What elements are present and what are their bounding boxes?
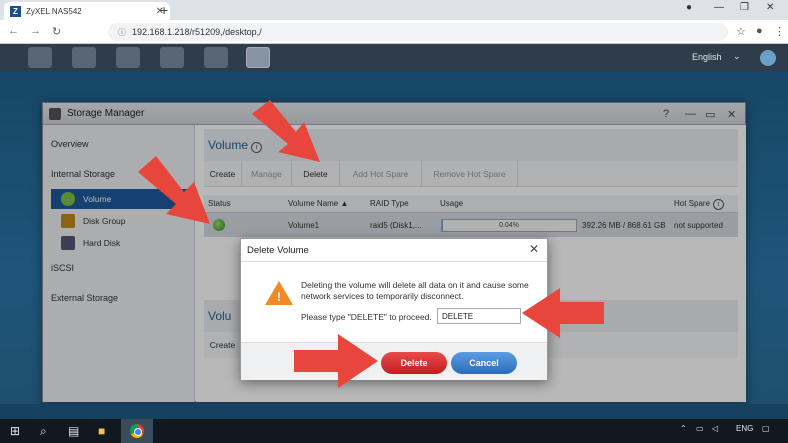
app-file-browser-icon[interactable]: [28, 47, 52, 68]
tab-title: ZyXEL NAS542: [26, 6, 82, 16]
new-tab-icon[interactable]: +: [160, 2, 168, 18]
star-icon[interactable]: ☆: [736, 25, 746, 38]
language-select[interactable]: English: [692, 52, 722, 62]
url-field[interactable]: ⓘ 192.168.1.218/r51209,/desktop,/: [108, 23, 728, 41]
close-icon[interactable]: ✕: [529, 242, 539, 256]
task-view-icon[interactable]: ▤: [68, 424, 79, 438]
extension-icon[interactable]: ●: [756, 25, 763, 37]
red-arrow-icon: [294, 334, 378, 388]
cancel-button[interactable]: Cancel: [451, 352, 517, 374]
dialog-message: Deleting the volume will delete all data…: [301, 280, 529, 301]
warning-mark: !: [277, 290, 281, 304]
profile-icon[interactable]: ●: [686, 2, 692, 13]
app-video-icon[interactable]: [160, 47, 184, 68]
back-icon[interactable]: ←: [8, 25, 19, 37]
address-bar: ← → ↻ ⓘ 192.168.1.218/r51209,/desktop,/ …: [0, 20, 788, 44]
dialog-prompt: Please type "DELETE" to proceed.: [301, 312, 432, 322]
browser-tabstrip: Z ZyXEL NAS542 ✕ + ● — ❐ ✕: [0, 0, 788, 20]
delete-volume-dialog: Delete Volume ✕ ! Deleting the volume wi…: [240, 238, 548, 380]
chevron-down-icon[interactable]: ⌄: [733, 51, 741, 62]
dialog-footer: Delete Cancel: [241, 342, 547, 380]
app-zyxel-cloud-icon[interactable]: [204, 47, 228, 68]
forward-icon[interactable]: →: [30, 25, 41, 37]
dialog-divider: [241, 261, 547, 262]
browser-tab[interactable]: Z ZyXEL NAS542 ✕: [4, 2, 170, 20]
windows-taskbar: ⊞ ⌕ ▤ ■ ⌃ ▭ ◁ ENG ▢: [0, 419, 788, 443]
windows-icon[interactable]: ⊞: [10, 424, 20, 438]
close-window-icon[interactable]: ✕: [766, 2, 774, 13]
zyxel-favicon-icon: Z: [10, 5, 21, 17]
tray-up-icon[interactable]: ⌃: [680, 424, 687, 433]
app-photo-icon[interactable]: [72, 47, 96, 68]
language-indicator[interactable]: ENG: [736, 424, 753, 433]
chrome-taskbar-button[interactable]: [121, 419, 153, 443]
confirm-delete-input[interactable]: [437, 308, 521, 324]
file-explorer-icon[interactable]: ■: [98, 424, 105, 438]
restore-icon[interactable]: ❐: [740, 2, 749, 13]
chrome-icon: [130, 424, 144, 438]
app-storage-manager-icon[interactable]: [246, 47, 270, 68]
red-arrow-icon: [522, 288, 604, 338]
network-icon[interactable]: ▭: [696, 424, 704, 433]
menu-icon[interactable]: ⋮: [774, 25, 785, 38]
search-icon[interactable]: ⌕: [40, 424, 47, 439]
notification-icon[interactable]: ▢: [762, 424, 770, 433]
volume-icon[interactable]: ◁: [712, 424, 718, 433]
user-icon[interactable]: [760, 50, 776, 66]
dialog-title: Delete Volume: [247, 245, 309, 256]
info-icon[interactable]: ⓘ: [118, 27, 126, 38]
nas-app-bar: English ⌄: [0, 44, 788, 71]
delete-button[interactable]: Delete: [381, 352, 447, 374]
app-music-icon[interactable]: [116, 47, 140, 68]
reload-icon[interactable]: ↻: [52, 25, 61, 38]
url-text: 192.168.1.218/r51209,/desktop,/: [132, 27, 262, 37]
minimize-icon[interactable]: —: [714, 2, 724, 13]
red-arrow-icon: [252, 100, 320, 162]
red-arrow-icon: [138, 156, 210, 224]
